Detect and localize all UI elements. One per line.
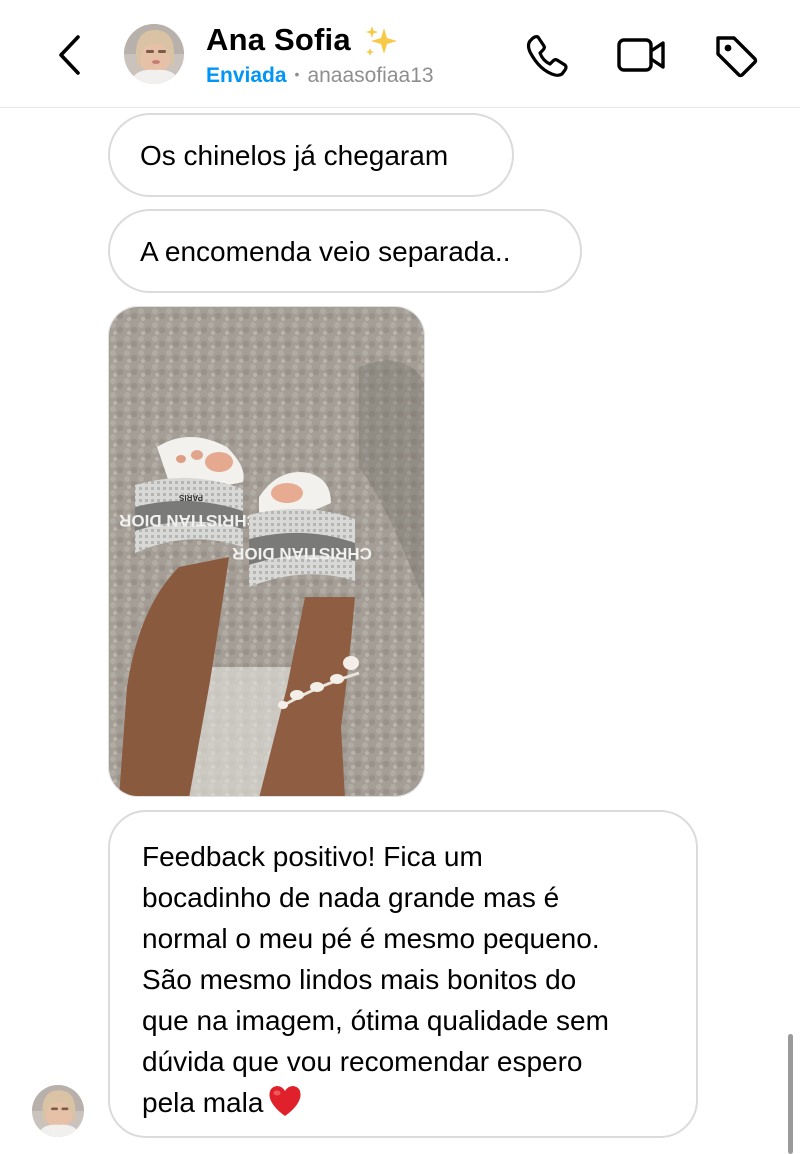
red-heart-icon [269, 1086, 301, 1116]
message-bubble[interactable]: Feedback positivo! Fica um bocadinho de … [108, 810, 698, 1138]
label-button[interactable] [710, 30, 760, 80]
thread-header: Ana Sofia Enviada • anaasofiaa13 [0, 0, 800, 108]
message-line: São mesmo lindos mais bonitos do [142, 964, 577, 995]
status-line: Enviada • anaasofiaa13 [206, 64, 434, 88]
video-call-button[interactable] [615, 30, 665, 80]
separator-dot: • [294, 66, 300, 82]
dm-thread-screen: Ana Sofia Enviada • anaasofiaa13 Os chin… [0, 0, 800, 1154]
message-line-last: pela mala [142, 1082, 666, 1123]
sparkles-icon [366, 26, 397, 56]
tag-icon [716, 36, 758, 78]
brand-text: CHRISTIAN DIOR [232, 544, 372, 563]
call-button[interactable] [522, 30, 572, 80]
message-text: Os chinelos já chegaram [140, 140, 449, 171]
message-line: dúvida que vou recomendar espero [142, 1046, 583, 1077]
delivery-status: Enviada [206, 64, 287, 87]
avatar-photo [124, 24, 184, 84]
scrollbar-thumb[interactable] [788, 1034, 793, 1154]
message-text: A encomenda veio separada.. [140, 236, 511, 267]
contact-name[interactable]: Ana Sofia [206, 22, 351, 58]
message-line: bocadinho de nada grande mas é [142, 882, 560, 913]
username: anaasofiaa13 [307, 64, 434, 87]
message-line: normal o meu pé é mesmo pequeno. [142, 923, 600, 954]
chevron-left-icon [59, 35, 80, 75]
message-text: pela mala [142, 1087, 264, 1118]
sender-avatar[interactable] [32, 1085, 84, 1137]
avatar-photo [32, 1085, 84, 1137]
message-line: que na imagem, ótima qualidade sem [142, 1005, 609, 1036]
back-button[interactable] [52, 32, 88, 78]
message-line: Feedback positivo! Fica um [142, 841, 483, 872]
photo-message[interactable]: CHRISTIAN DIOR PARIS CHRISTIAN DIOR [108, 306, 425, 797]
video-camera-icon [617, 38, 665, 72]
feet-slides-photo: CHRISTIAN DIOR PARIS CHRISTIAN DIOR [109, 307, 424, 796]
phone-icon [526, 35, 568, 77]
contact-avatar[interactable] [124, 24, 184, 84]
city-text: PARIS [178, 493, 203, 502]
message-bubble[interactable]: Os chinelos já chegaram [108, 113, 514, 197]
message-bubble[interactable]: A encomenda veio separada.. [108, 209, 582, 293]
brand-text: CHRISTIAN DIOR [119, 511, 259, 530]
